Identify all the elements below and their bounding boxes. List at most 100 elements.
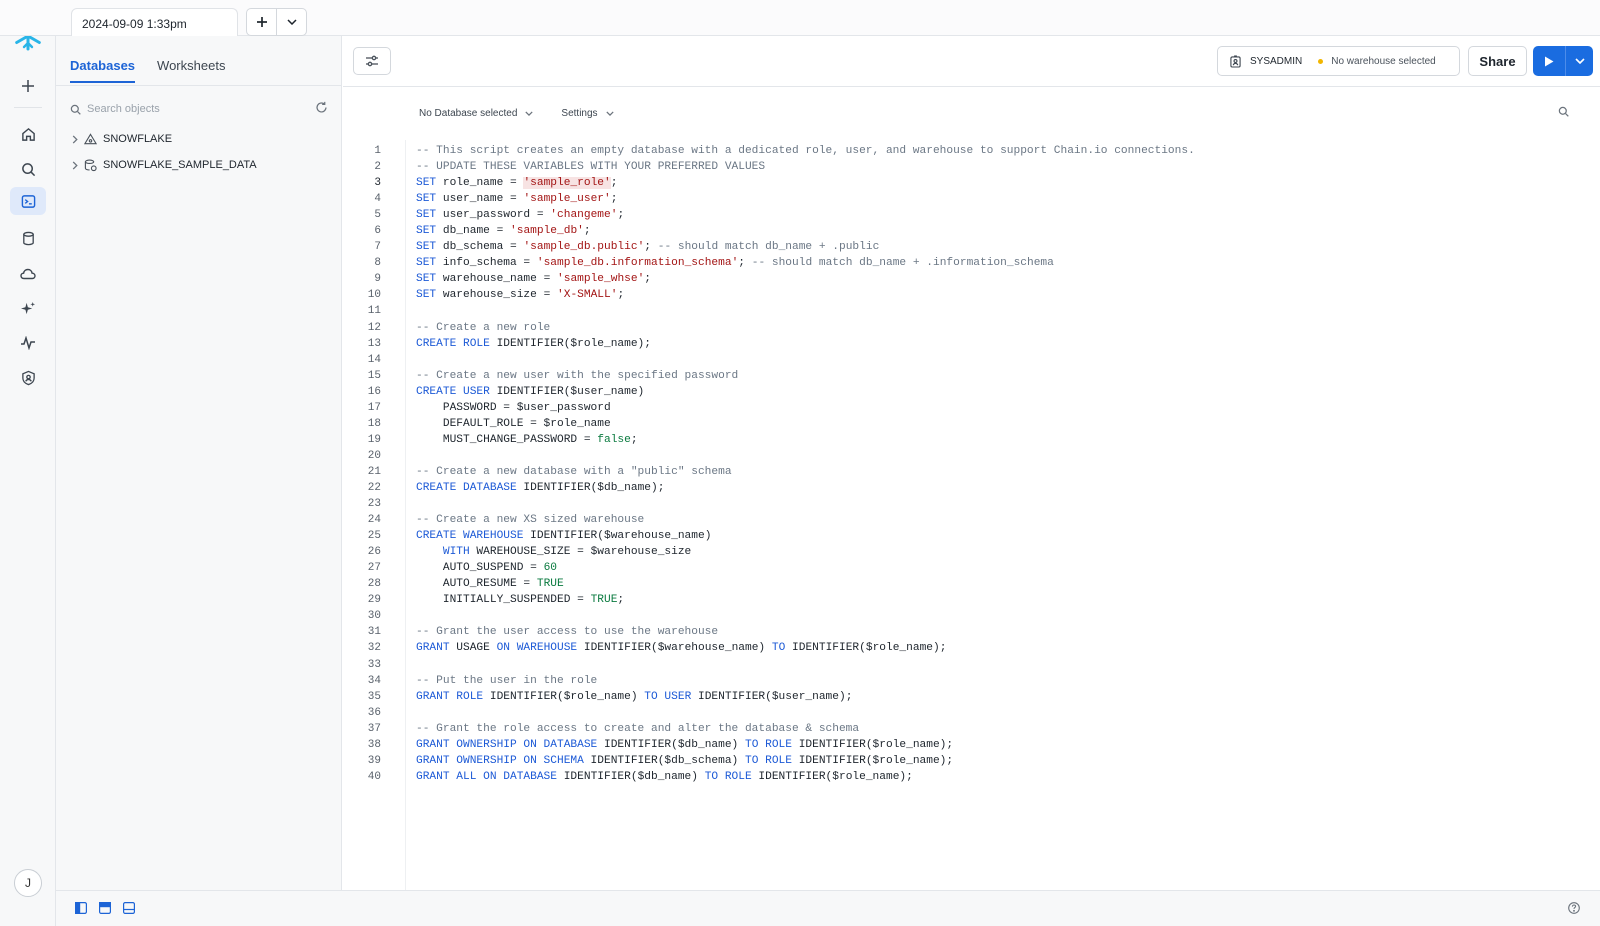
object-explorer: Databases Worksheets Search objects SNOW… [56,36,342,890]
code-line[interactable]: 32 GRANT USAGE ON WAREHOUSE IDENTIFIER($w… [343,640,1195,656]
code-token: CREATE DATABASE [416,481,517,494]
settings-dropdown[interactable]: Settings [561,108,614,119]
line-number: 38 [367,738,381,751]
code-token: CREATE ROLE [416,337,490,350]
code-line[interactable]: 22 CREATE DATABASE IDENTIFIER($db_name); [343,480,1195,496]
code-line[interactable]: 17 PASSWORD = $user_password [343,400,1195,416]
line-number: 26 [367,546,381,559]
run-play-icon[interactable] [1533,46,1566,76]
activity-icon[interactable] [10,329,46,357]
run-options-chevron-down-icon[interactable] [1566,46,1593,76]
toggle-sidebar-panel-icon[interactable] [75,902,88,917]
home-icon[interactable] [10,120,46,148]
code-line[interactable]: 13 CREATE ROLE IDENTIFIER($role_name); [343,336,1195,352]
user-avatar[interactable]: J [14,869,42,897]
share-button[interactable]: Share [1468,46,1527,76]
sql-editor[interactable]: 1 -- This script creates an empty databas… [343,140,1600,890]
code-line[interactable]: 39 GRANT OWNERSHIP ON SCHEMA IDENTIFIER($… [343,753,1195,769]
help-icon[interactable] [1568,902,1580,917]
code-line[interactable]: 15 -- Create a new user with the specifie… [343,368,1195,384]
filter-settings-button[interactable] [353,47,391,75]
code-line[interactable]: 25 CREATE WAREHOUSE IDENTIFIER($warehouse… [343,528,1195,544]
code-token: 'sample_role' [523,177,611,190]
code-line[interactable]: 28 AUTO_RESUME = TRUE [343,576,1195,592]
ai-sparkle-icon[interactable] [10,294,46,322]
code-line[interactable]: 29 INITIALLY_SUSPENDED = TRUE; [343,592,1195,608]
code-line[interactable]: 3 SET role_name = 'sample_role'; [343,175,1195,191]
chevron-right-icon[interactable] [72,134,78,144]
code-text: -- Create a new database with a "public"… [416,464,732,480]
code-line[interactable]: 19 MUST_CHANGE_PASSWORD = false; [343,432,1195,448]
code-token: role_name = [436,177,524,190]
code-line[interactable]: 38 GRANT OWNERSHIP ON DATABASE IDENTIFIER… [343,737,1195,753]
code-token: user_password = [436,209,551,222]
code-token: IDENTIFIER($db_name) [557,770,705,783]
cloud-icon[interactable] [10,259,46,287]
code-token: 'X-SMALL' [557,289,618,302]
search-icon[interactable] [10,155,46,183]
code-line[interactable]: 31 -- Grant the user access to use the wa… [343,624,1195,640]
code-line[interactable]: 33 [343,657,1195,673]
role-warehouse-selector[interactable]: SYSADMIN No warehouse selected [1217,46,1460,76]
line-number: 31 [367,626,381,639]
code-line[interactable]: 20 [343,448,1195,464]
database-selector[interactable]: No Database selected [419,108,534,119]
create-icon[interactable] [10,72,46,100]
code-token: ; [617,289,625,302]
search-objects-field[interactable]: Search objects [70,98,328,120]
admin-shield-icon[interactable] [10,364,46,392]
code-line[interactable]: 18 DEFAULT_ROLE = $role_name [343,416,1195,432]
code-line[interactable]: 30 [343,608,1195,624]
code-line[interactable]: 12 -- Create a new role [343,320,1195,336]
code-token: CREATE USER [416,385,490,398]
tab-menu-chevron-down-icon[interactable] [276,9,306,35]
worksheets-icon[interactable] [10,187,46,215]
tab-databases[interactable]: Databases [70,58,136,83]
tab-worksheets[interactable]: Worksheets [157,58,225,83]
code-line[interactable]: 11 [343,303,1195,319]
code-token: IDENTIFIER($warehouse_name) [577,642,772,655]
code-line[interactable]: 27 AUTO_SUSPEND = 60 [343,560,1195,576]
code-token: SET [416,209,437,222]
code-token: TO [771,642,786,655]
code-lines[interactable]: 1 -- This script creates an empty databas… [343,143,1195,785]
data-icon[interactable] [10,224,46,252]
code-line[interactable]: 8 SET info_schema = 'sample_db.informatio… [343,255,1195,271]
code-line[interactable]: 5 SET user_password = 'changeme'; [343,207,1195,223]
code-line[interactable]: 7 SET db_schema = 'sample_db.public'; -- … [343,239,1195,255]
editor-search-icon[interactable] [1558,106,1569,120]
code-line[interactable]: 10 SET warehouse_size = 'X-SMALL'; [343,287,1195,303]
code-line[interactable]: 21 -- Create a new database with a "publi… [343,464,1195,480]
code-line[interactable]: 24 -- Create a new XS sized warehouse [343,512,1195,528]
worksheet-toolbar: SYSADMIN No warehouse selected Share [343,36,1600,87]
worksheet-tab[interactable]: 2024-09-09 1:33pm [71,8,238,37]
code-line[interactable]: 14 [343,352,1195,368]
code-line[interactable]: 34 -- Put the user in the role [343,673,1195,689]
code-line[interactable]: 40 GRANT ALL ON DATABASE IDENTIFIER($db_n… [343,769,1195,785]
role-badge-icon [1230,54,1241,68]
code-text: -- Put the user in the role [416,673,597,689]
tree-item-snowflake-sample-data[interactable]: SNOWFLAKE_SAMPLE_DATA [72,155,257,175]
code-line[interactable]: 23 [343,496,1195,512]
code-line[interactable]: 2 -- UPDATE THESE VARIABLES WITH YOUR PRE… [343,159,1195,175]
line-number: 16 [367,385,381,398]
code-line[interactable]: 9 SET warehouse_name = 'sample_whse'; [343,271,1195,287]
code-line[interactable]: 16 CREATE USER IDENTIFIER($user_name) [343,384,1195,400]
toggle-results-panel-icon[interactable] [123,902,136,917]
chevron-right-icon[interactable] [72,160,78,170]
code-line[interactable]: 4 SET user_name = 'sample_user'; [343,191,1195,207]
line-number: 5 [374,209,381,222]
line-number: 37 [367,722,381,735]
code-line[interactable]: 26 WITH WAREHOUSE_SIZE = $warehouse_size [343,544,1195,560]
refresh-icon[interactable] [315,101,328,114]
code-line[interactable]: 6 SET db_name = 'sample_db'; [343,223,1195,239]
chevron-down-icon [525,110,534,116]
tree-item-snowflake[interactable]: SNOWFLAKE [72,129,172,149]
code-line[interactable]: 36 [343,705,1195,721]
add-tab-plus-icon[interactable] [247,9,276,35]
code-line[interactable]: 1 -- This script creates an empty databas… [343,143,1194,159]
line-number: 10 [367,289,381,302]
toggle-editor-panel-icon[interactable] [99,902,112,917]
code-line[interactable]: 37 -- Grant the role access to create and… [343,721,1195,737]
code-line[interactable]: 35 GRANT ROLE IDENTIFIER($role_name) TO U… [343,689,1195,705]
